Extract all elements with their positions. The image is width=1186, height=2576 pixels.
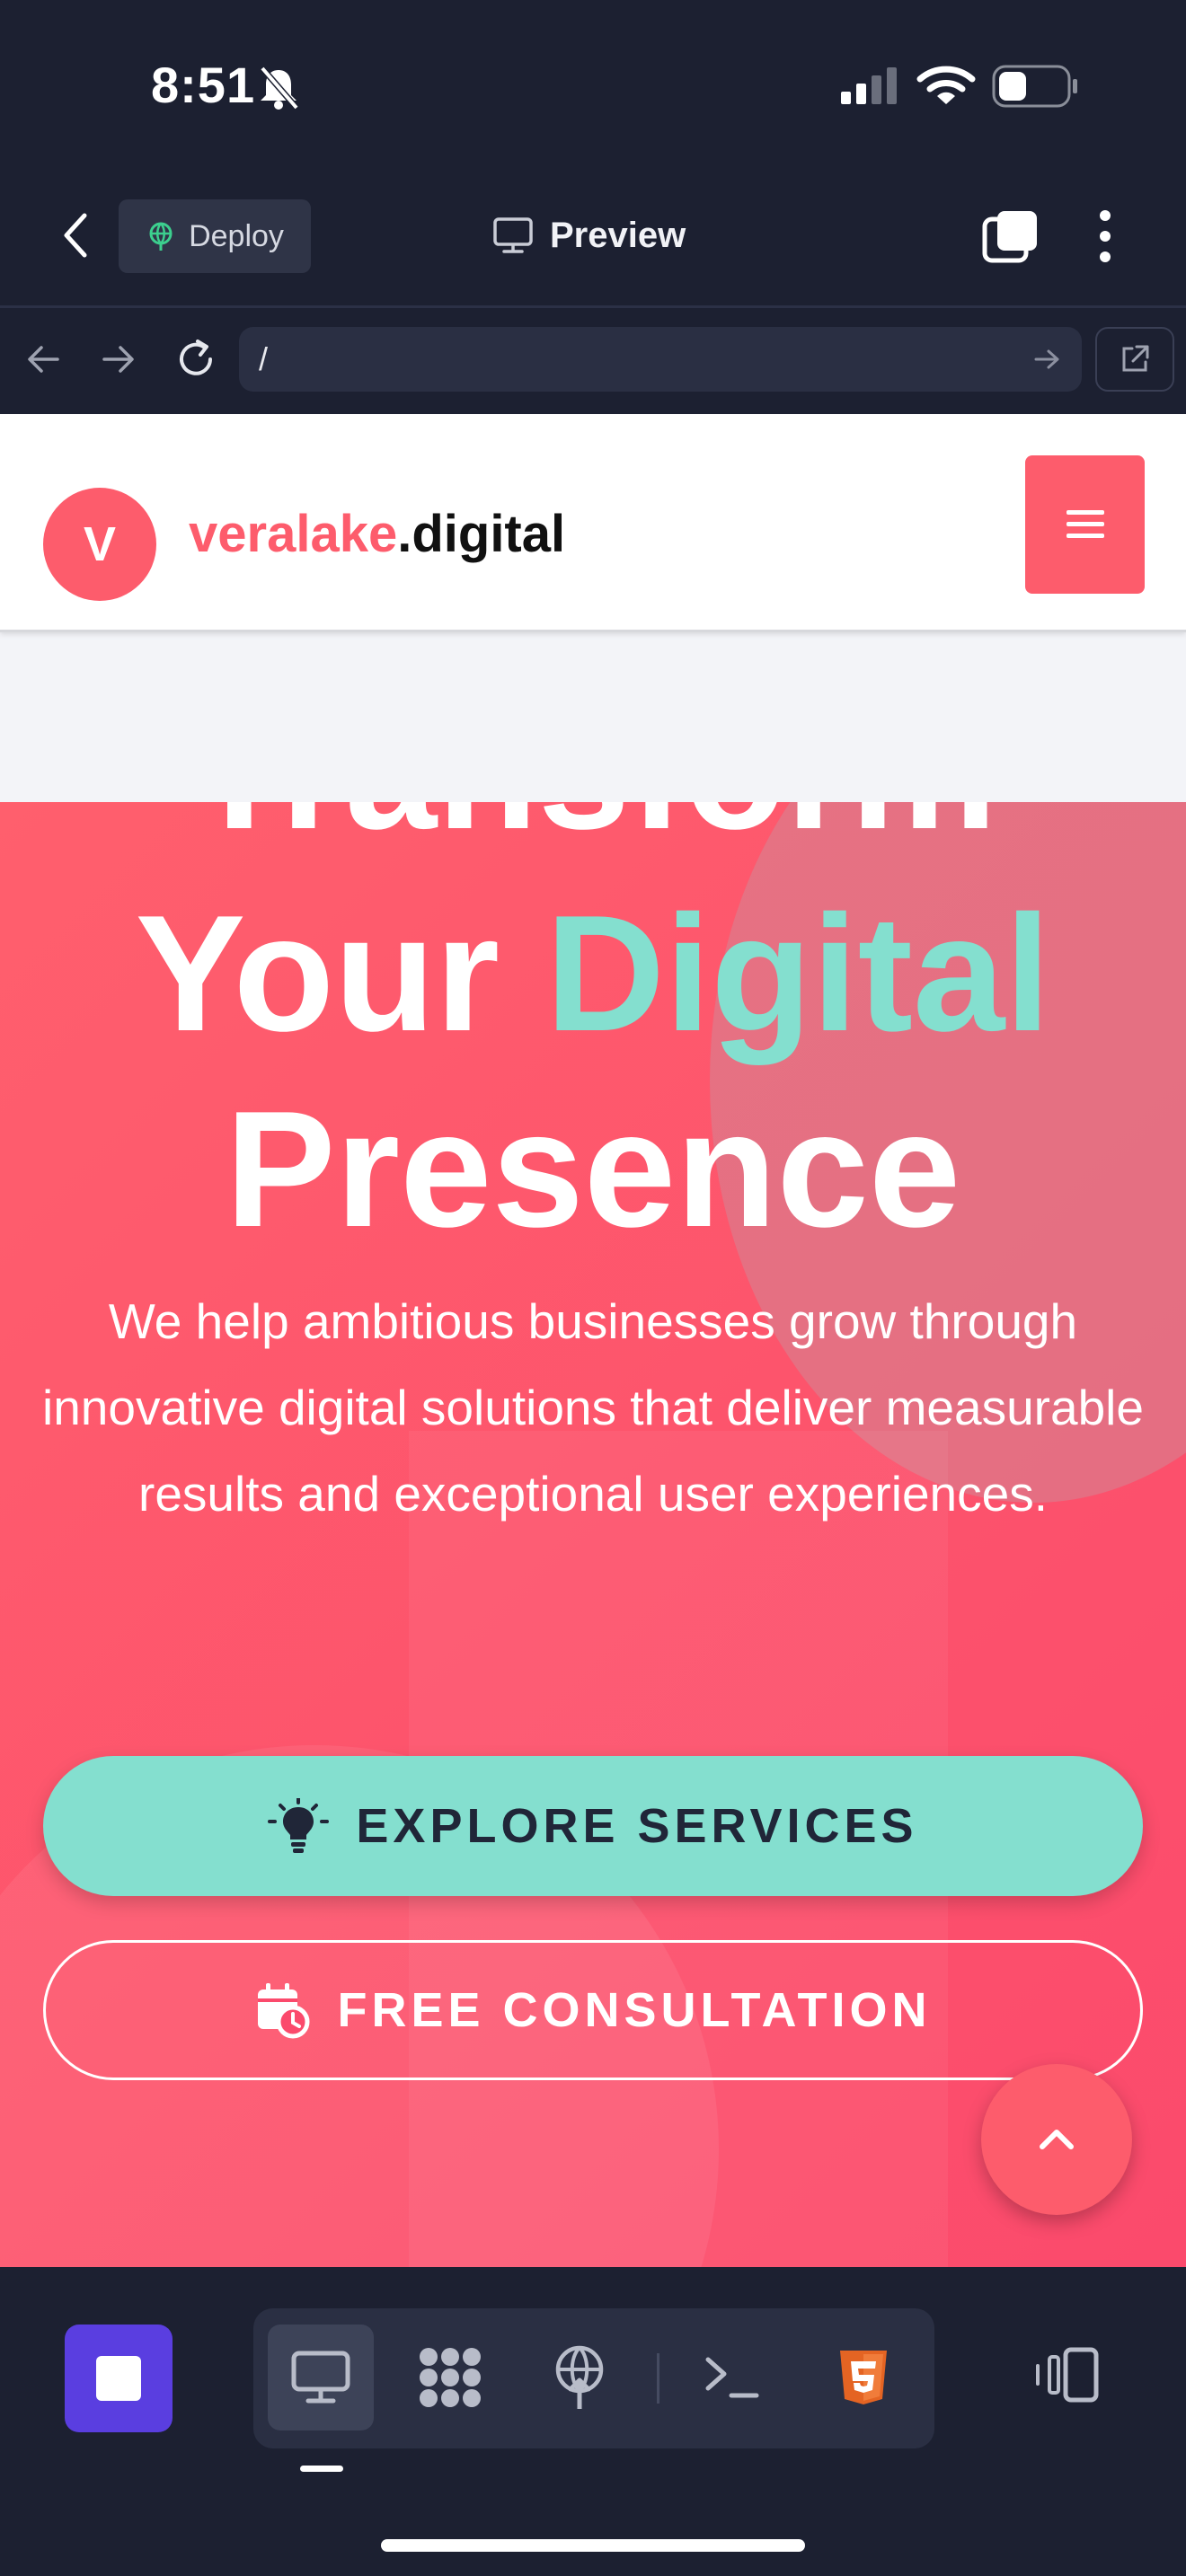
hero-title-line3: Presence — [225, 1076, 961, 1261]
deploy-icon — [149, 222, 173, 251]
explore-services-button[interactable]: EXPLORE SERVICES — [43, 1756, 1143, 1896]
free-consultation-label: FREE CONSULTATION — [337, 1983, 932, 2037]
deploy-icon — [555, 2345, 604, 2409]
hero-title-line1: Transform — [0, 802, 1186, 869]
hamburger-menu-button[interactable] — [1025, 455, 1145, 594]
nav-back-icon[interactable] — [25, 343, 61, 375]
url-input[interactable]: / — [239, 327, 1082, 392]
deploy-tool-button[interactable] — [527, 2325, 633, 2430]
more-icon[interactable] — [1094, 208, 1116, 264]
monitor-icon — [493, 217, 533, 253]
back-icon[interactable] — [58, 210, 93, 260]
free-consultation-button[interactable]: FREE CONSULTATION — [43, 1940, 1143, 2080]
wifi-icon — [916, 66, 976, 104]
tool-divider — [657, 2353, 659, 2404]
deploy-label: Deploy — [189, 218, 284, 253]
preview-label: Preview — [550, 215, 686, 255]
site-header: V veralake.digital — [0, 414, 1186, 632]
terminal-tool-button[interactable] — [679, 2325, 785, 2430]
stop-button[interactable] — [65, 2325, 173, 2432]
chevron-up-icon — [1040, 2130, 1074, 2149]
hero-subtitle: We help ambitious businesses grow throug… — [42, 1293, 1144, 1522]
terminal-icon — [705, 2357, 759, 2398]
preview-tool-button[interactable] — [268, 2325, 374, 2430]
brand-name-primary: veralake — [189, 505, 398, 563]
calendar-clock-icon — [257, 1983, 310, 2039]
hero-title-accent: Digital — [545, 880, 1051, 1065]
signal-icon — [841, 67, 897, 104]
deploy-button[interactable]: Deploy — [119, 199, 311, 273]
hero-title-plain: Your — [135, 880, 546, 1065]
monitor-icon — [291, 2351, 350, 2404]
go-icon[interactable] — [1033, 347, 1062, 372]
packages-icon — [420, 2348, 481, 2407]
active-tab-indicator — [300, 2466, 343, 2472]
hero-section: Transform Your Digital Presence We help … — [0, 802, 1186, 2267]
html5-tool-button[interactable] — [810, 2325, 916, 2430]
hamburger-icon — [1066, 510, 1104, 538]
status-time: 8:51 — [151, 57, 256, 113]
tabs-icon[interactable] — [981, 208, 1040, 264]
explore-services-label: EXPLORE SERVICES — [356, 1799, 918, 1853]
open-external-icon — [1122, 345, 1149, 372]
open-external-button[interactable] — [1095, 327, 1174, 392]
url-text: / — [259, 340, 269, 377]
battery-icon — [992, 65, 1077, 108]
preview-title: Preview — [492, 208, 686, 262]
stop-icon — [96, 2356, 141, 2401]
nav-forward-icon[interactable] — [101, 343, 137, 375]
logo-letter: V — [83, 517, 117, 571]
website-preview: V veralake.digital Transform Your Digita… — [0, 414, 1186, 2267]
home-indicator[interactable] — [381, 2539, 805, 2552]
reload-icon[interactable] — [174, 338, 217, 381]
bell-slash-icon — [260, 66, 299, 110]
lightbulb-icon — [268, 1798, 330, 1853]
layout-toggle-icon[interactable] — [1033, 2346, 1102, 2404]
brand-name-tld: .digital — [397, 505, 566, 563]
tool-switcher — [253, 2308, 934, 2448]
scroll-to-top-button[interactable] — [981, 2064, 1132, 2215]
brand-name[interactable]: veralake.digital — [189, 504, 565, 564]
packages-tool-button[interactable] — [397, 2325, 503, 2430]
hero-title-line2: Your Digital — [0, 874, 1186, 1072]
html5-icon — [840, 2351, 887, 2404]
site-logo[interactable]: V — [43, 488, 156, 601]
